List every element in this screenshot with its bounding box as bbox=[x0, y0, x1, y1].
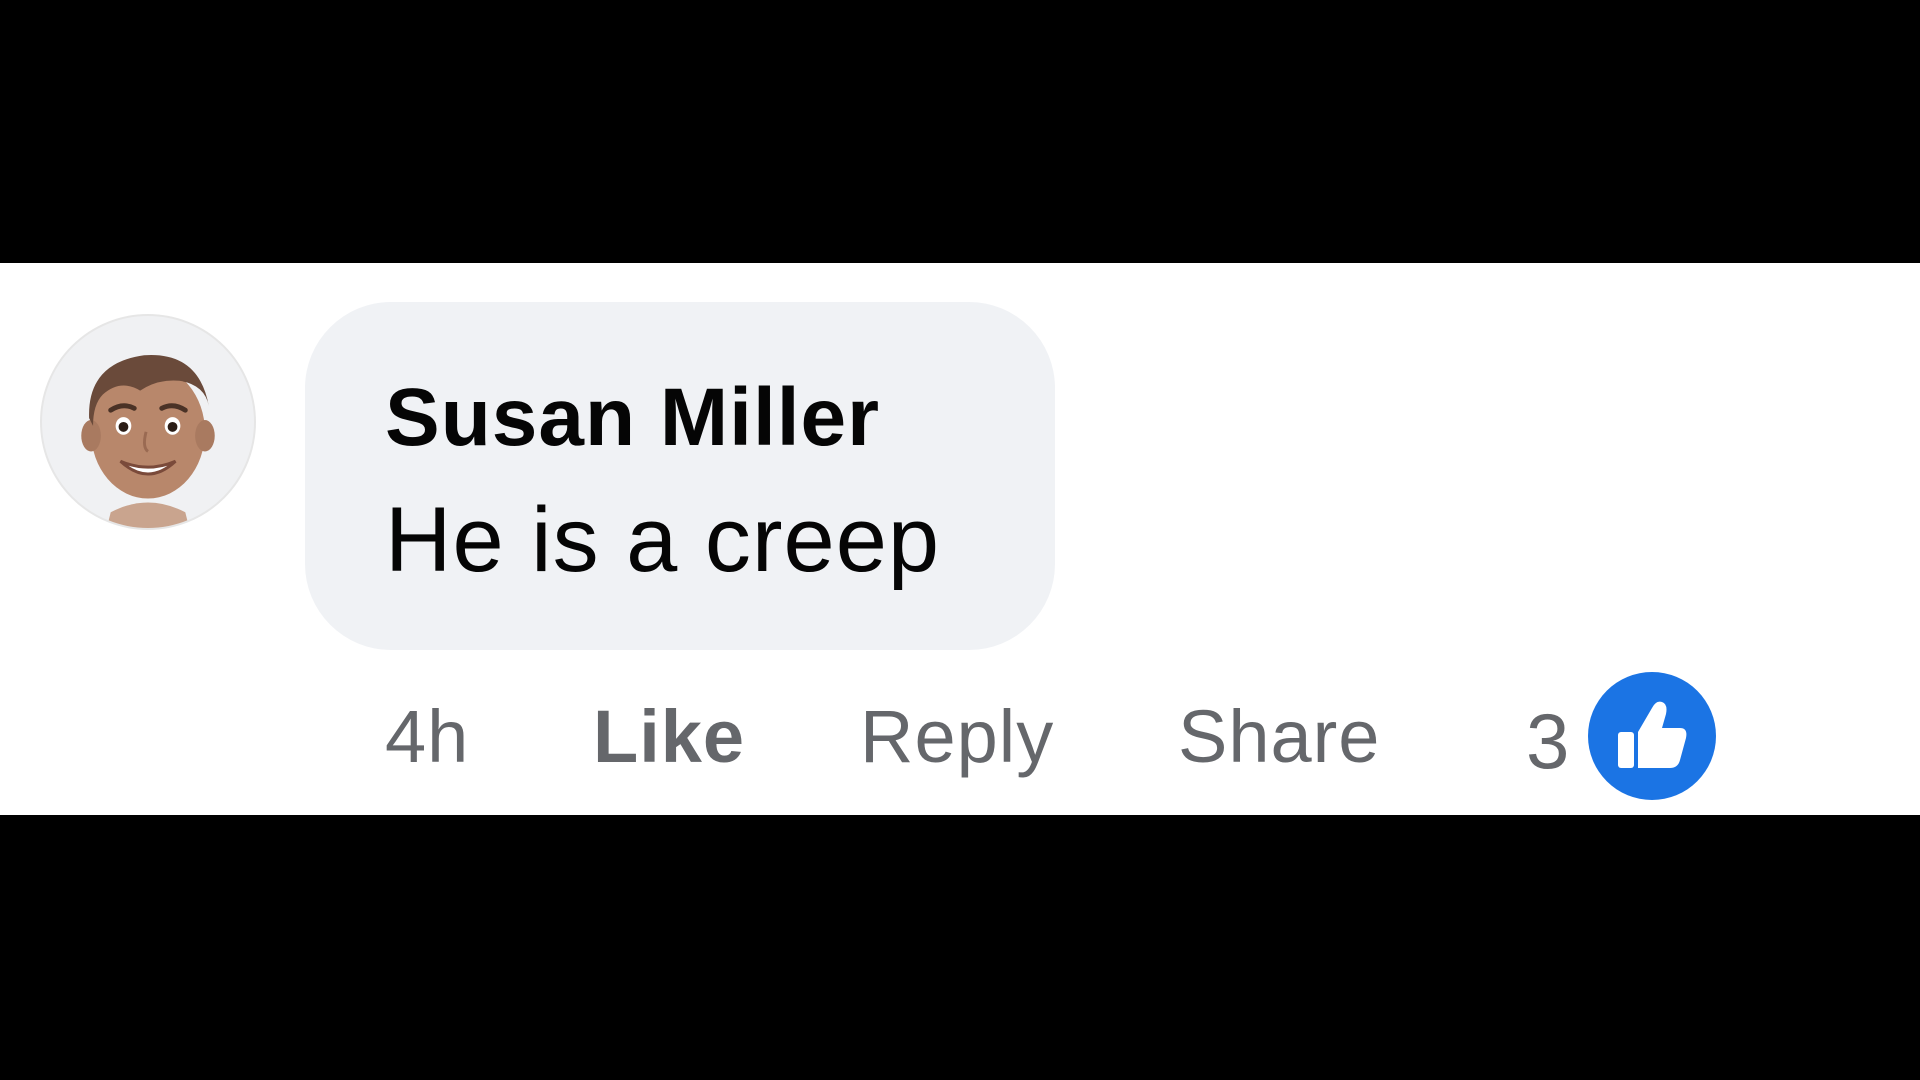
like-button[interactable]: Like bbox=[593, 692, 745, 782]
memoji-avatar-icon bbox=[81, 354, 215, 528]
letterbox-bottom bbox=[0, 815, 1920, 1080]
letterbox-top bbox=[0, 0, 1920, 263]
comment-bubble bbox=[305, 302, 1055, 650]
comment-timestamp[interactable]: 4h bbox=[385, 692, 469, 782]
reaction-count[interactable]: 3 bbox=[1526, 696, 1569, 786]
avatar[interactable] bbox=[40, 314, 256, 530]
thumbs-up-icon[interactable] bbox=[1588, 672, 1716, 800]
comment-text: He is a creep bbox=[385, 489, 941, 591]
share-button[interactable]: Share bbox=[1178, 692, 1380, 782]
comment-author-name[interactable]: Susan Miller bbox=[385, 368, 880, 468]
reply-button[interactable]: Reply bbox=[860, 692, 1054, 782]
